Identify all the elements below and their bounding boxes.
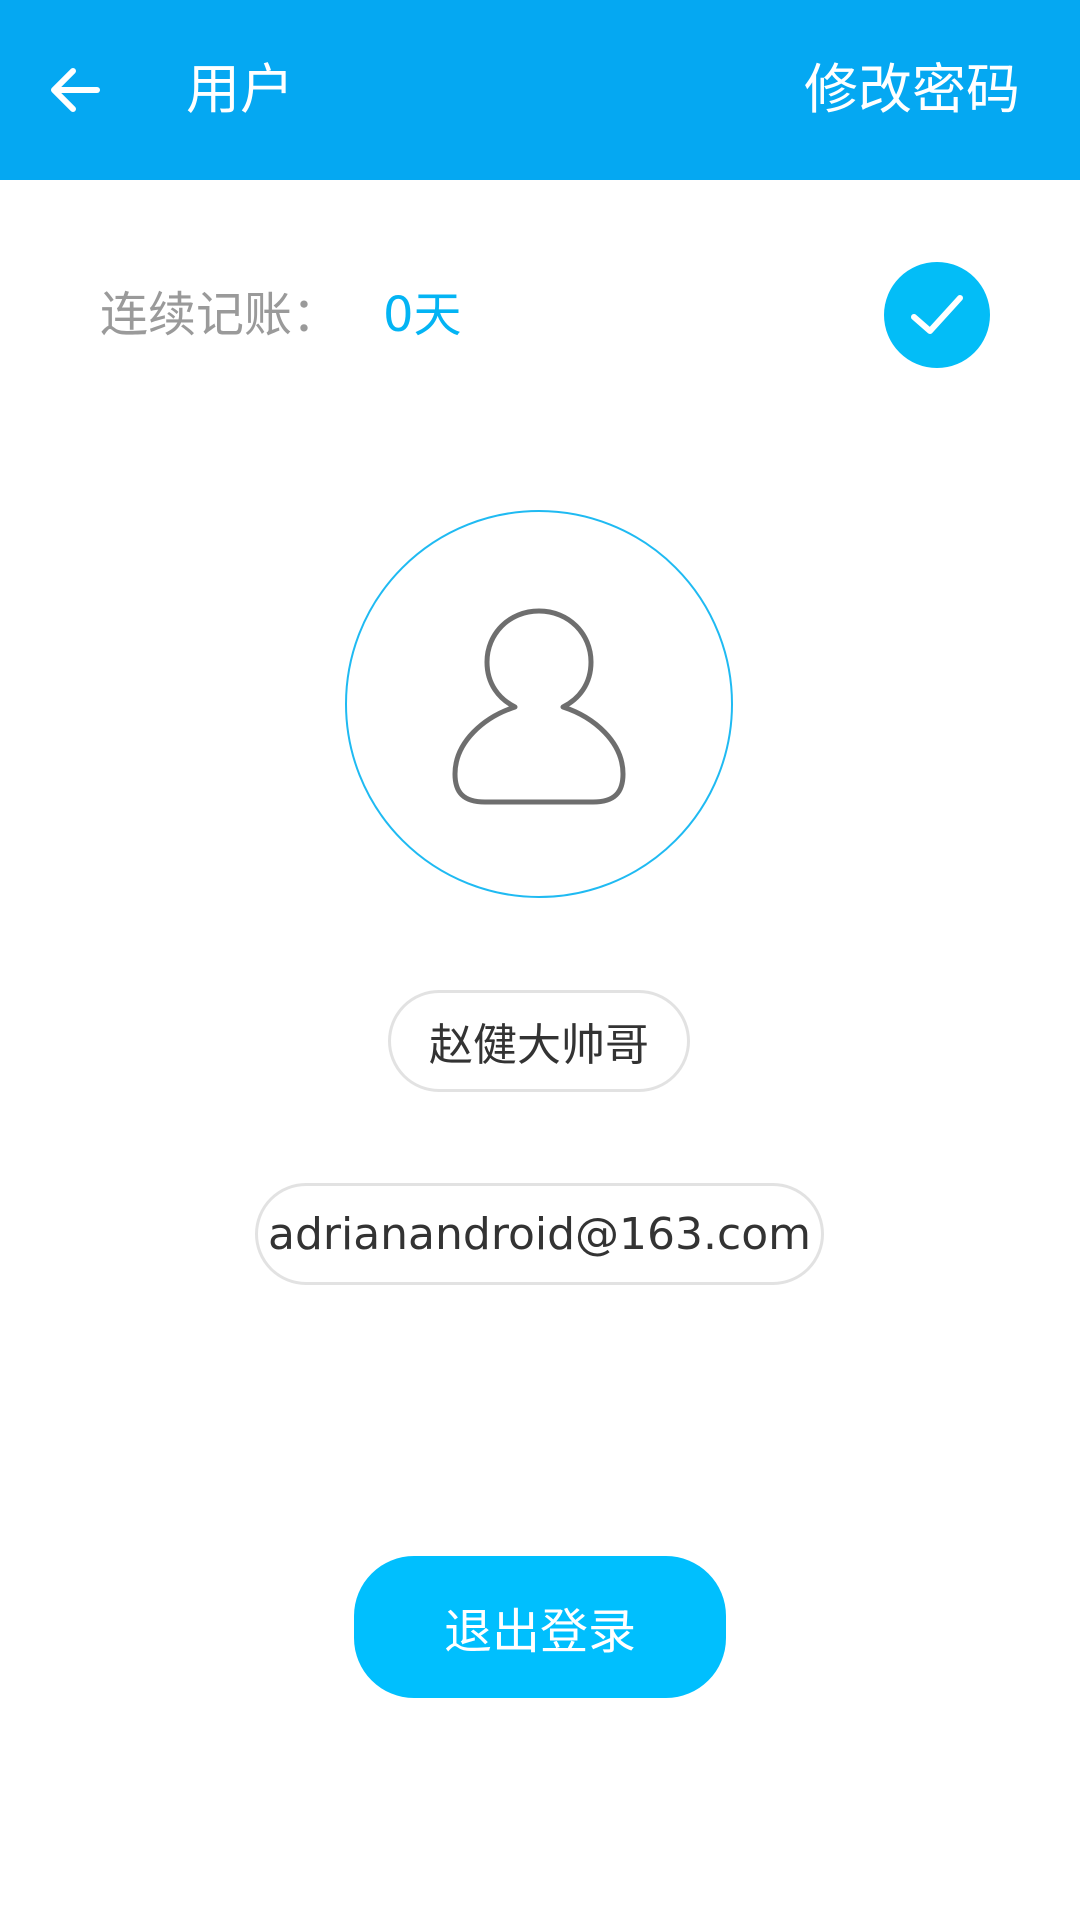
username-field[interactable]: 赵健大帅哥 — [388, 990, 690, 1092]
streak-value: 0天 — [383, 287, 462, 343]
email-field[interactable]: adrianandroid@163.com — [255, 1183, 824, 1285]
user-avatar-icon — [452, 608, 626, 805]
page-title: 用户 — [186, 58, 294, 121]
back-button[interactable] — [30, 50, 120, 130]
app-bar: 用户 修改密码 — [0, 0, 1080, 180]
change-password-button[interactable]: 修改密码 — [804, 50, 1020, 130]
logout-button[interactable]: 退出登录 — [354, 1556, 726, 1698]
avatar[interactable] — [345, 510, 733, 898]
arrow-left-icon — [51, 68, 100, 112]
streak-label: 连续记账： — [100, 287, 341, 343]
streak-row: 连续记账： 0天 — [100, 280, 462, 350]
checkin-button[interactable] — [884, 262, 990, 368]
check-icon — [911, 295, 963, 334]
